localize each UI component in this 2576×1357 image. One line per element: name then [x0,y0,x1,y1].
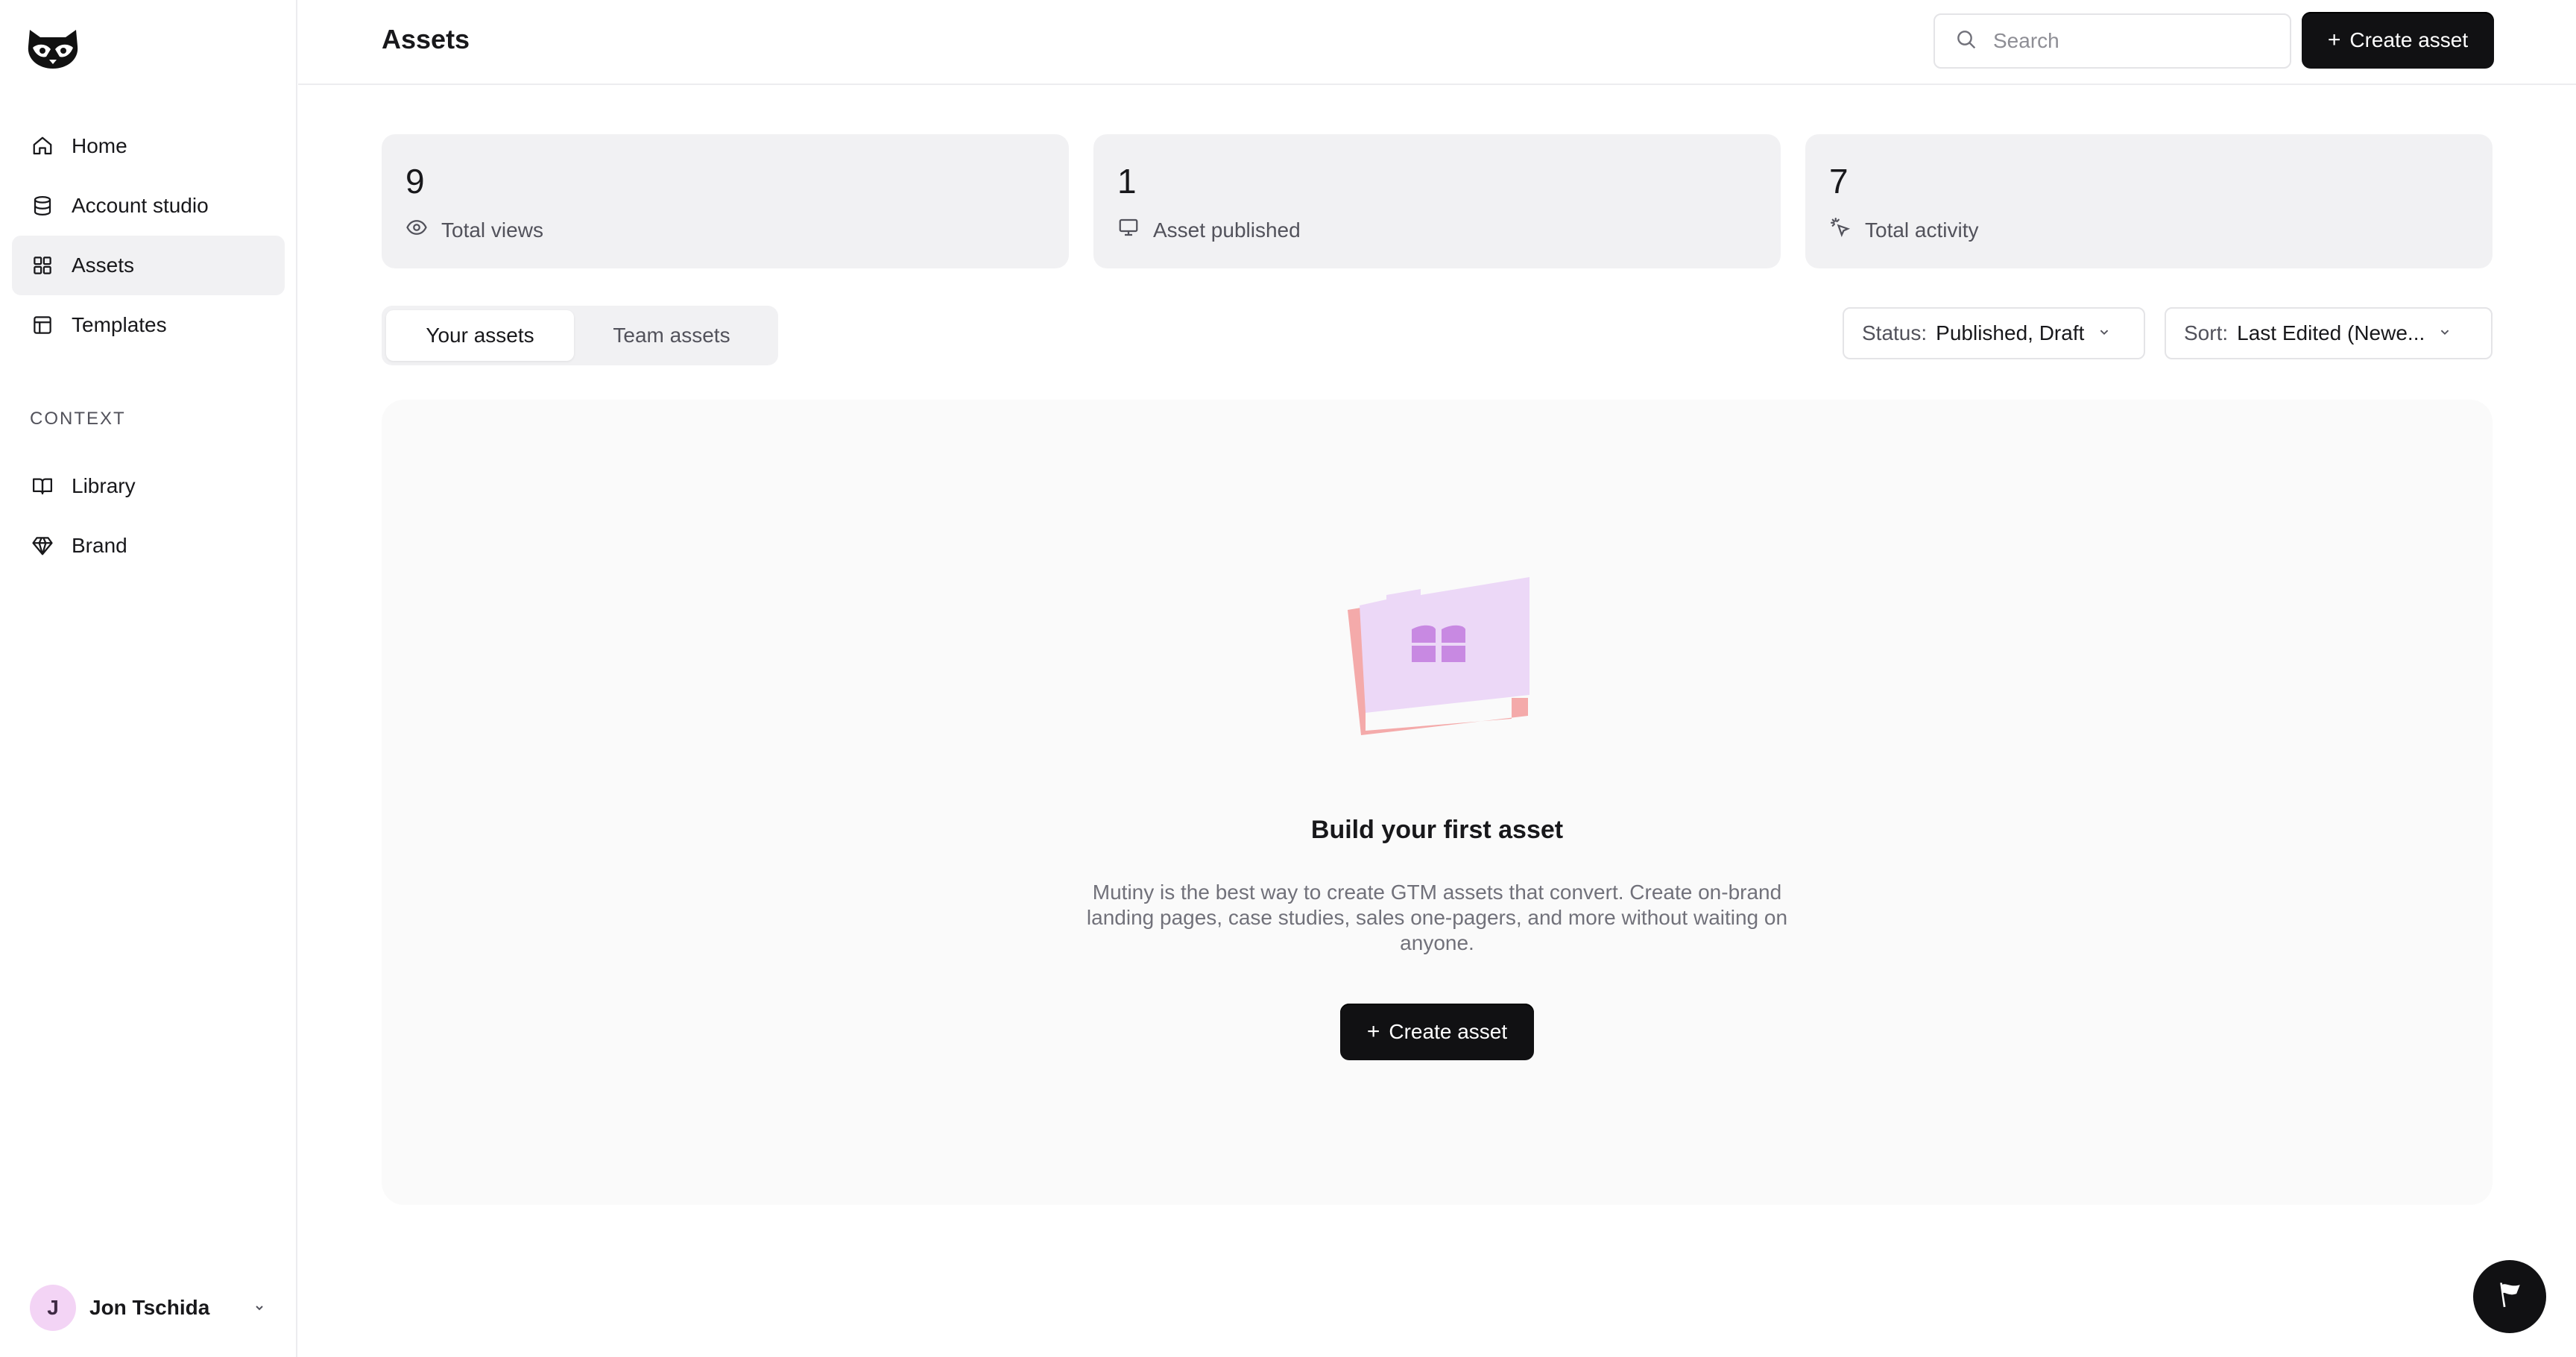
tab-your-assets[interactable]: Your assets [386,310,574,361]
stat-label-row: Total views [405,216,543,244]
app-root: Home Account studio Assets Templates CON… [0,0,2576,1357]
context-section-label: CONTEXT [30,409,126,429]
sidebar-item-home[interactable]: Home [12,116,285,176]
book-icon [30,473,55,499]
create-asset-button[interactable]: + Create asset [2302,12,2494,69]
sort-key: Sort: [2184,321,2229,344]
stat-card-asset-published: 1 Asset published [1093,134,1781,268]
stat-label: Total views [441,218,543,242]
stat-label-row: Asset published [1117,216,1301,244]
chevron-down-icon [2084,321,2112,345]
sidebar-item-label: Templates [72,313,167,336]
user-name: Jon Tschida [89,1296,210,1319]
tab-team-assets[interactable]: Team assets [574,310,769,361]
user-menu[interactable]: J Jon Tschida [30,1284,268,1332]
create-asset-button[interactable]: + Create asset [1340,1004,1534,1060]
raccoon-logo-icon[interactable] [25,27,80,72]
chevron-down-icon [250,1299,268,1317]
sidebar-item-label: Brand [72,534,127,557]
sidebar-item-assets[interactable]: Assets [12,236,285,295]
empty-state-panel: Build your first asset Mutiny is the bes… [382,400,2493,1205]
monitor-icon [1117,216,1153,244]
sidebar-item-label: Account studio [72,194,209,217]
plus-icon: + [1366,1019,1380,1044]
status-filter-value: Published, Draft [1936,321,2085,344]
sort-dropdown[interactable]: Sort: Last Edited (Newe... [2165,307,2493,359]
stat-value: 7 [1829,162,1849,201]
stat-value: 9 [405,162,425,201]
sidebar-item-brand[interactable]: Brand [12,516,285,576]
layout-icon [30,312,55,338]
page-header: Assets + Create asset [298,0,2576,85]
sidebar-item-label: Library [72,474,136,497]
create-asset-label: Create asset [2349,28,2469,51]
sidebar-item-label: Home [72,134,127,157]
page-title: Assets [382,24,470,54]
empty-state-description: Mutiny is the best way to create GTM ass… [1086,881,1788,954]
context-nav: Library Brand [12,456,285,576]
search-box[interactable] [1933,13,2291,69]
avatar: J [30,1285,76,1331]
chevron-down-icon [2425,321,2453,345]
main-nav: Home Account studio Assets Templates [12,116,285,355]
sidebar-item-library[interactable]: Library [12,456,285,516]
eye-icon [405,216,441,244]
search-input[interactable] [1993,29,2276,53]
status-filter-key: Status: [1862,321,1928,344]
sidebar-item-templates[interactable]: Templates [12,295,285,355]
sidebar-item-label: Assets [72,254,135,277]
stat-label: Asset published [1153,218,1301,242]
asset-tabs: Your assets Team assets [382,306,778,365]
sidebar-item-account-studio[interactable]: Account studio [12,176,285,236]
grid-icon [30,253,55,278]
quote-illustration-icon [1343,570,1546,743]
search-icon [1954,28,1978,55]
sidebar: Home Account studio Assets Templates CON… [0,0,297,1357]
sort-value: Last Edited (Newe... [2237,321,2425,344]
stat-card-total-views: 9 Total views [382,134,1069,268]
status-filter-dropdown[interactable]: Status: Published, Draft [1843,307,2145,359]
stat-label: Total activity [1865,218,1979,242]
home-icon [30,133,55,159]
create-asset-label: Create asset [1389,1020,1508,1043]
flag-icon [2493,1279,2526,1315]
gem-icon [30,533,55,558]
stat-card-total-activity: 7 Total activity [1805,134,2493,268]
plus-icon: + [2327,28,2341,52]
sparkle-click-icon [1829,216,1865,244]
database-icon [30,193,55,218]
stat-value: 1 [1117,162,1137,201]
help-launcher-button[interactable] [2473,1260,2546,1333]
empty-state-title: Build your first asset [1310,816,1564,844]
stat-label-row: Total activity [1829,216,1979,244]
